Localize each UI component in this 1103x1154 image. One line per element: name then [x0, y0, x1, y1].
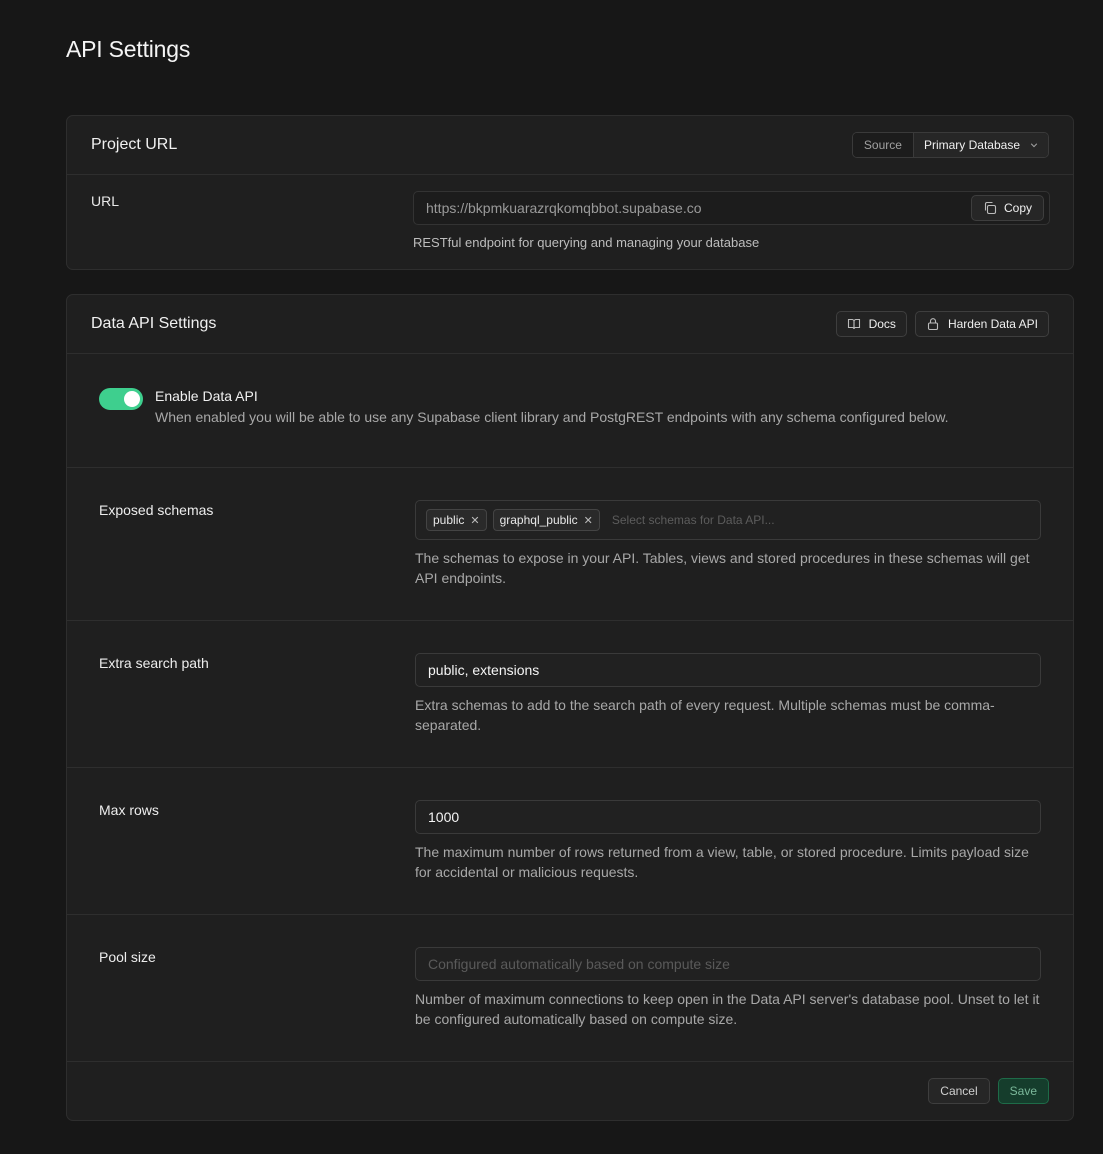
max-rows-input[interactable]: 1000	[415, 800, 1041, 834]
data-api-card: Data API Settings Docs Harden Data API E…	[66, 294, 1074, 1121]
docs-button[interactable]: Docs	[835, 311, 907, 337]
pool-size-label: Pool size	[99, 949, 156, 965]
project-url-header: Project URL Source Primary Database	[67, 116, 1073, 175]
cancel-button[interactable]: Cancel	[928, 1077, 990, 1104]
schema-tag-label: graphql_public	[499, 513, 578, 527]
pool-size-section: Pool size Configured automatically based…	[67, 915, 1073, 1062]
harden-label: Harden Data API	[947, 317, 1038, 331]
source-label: Source	[852, 133, 914, 157]
page-title: API Settings	[66, 36, 191, 62]
extra-search-path-section: Extra search path public, extensions Ext…	[67, 621, 1073, 768]
api-settings-page: API Settings Project URL Source Primary …	[0, 0, 1103, 1154]
lock-icon	[927, 318, 938, 331]
url-field[interactable]: https://bkpmkuarazrqkomqbbot.supabase.co…	[413, 191, 1050, 225]
data-api-title: Data API Settings	[91, 315, 217, 332]
source-dropdown[interactable]: Primary Database	[913, 133, 1048, 157]
exposed-schemas-help: The schemas to expose in your API. Table…	[415, 550, 1030, 586]
pool-size-help: Number of maximum connections to keep op…	[415, 991, 1040, 1027]
project-url-title: Project URL	[91, 136, 178, 153]
url-help: RESTful endpoint for querying and managi…	[413, 235, 760, 250]
exposed-schemas-input[interactable]: public ✕ graphql_public ✕ Select schemas…	[415, 500, 1041, 540]
header-actions: Docs Harden Data API	[835, 311, 1049, 337]
extra-search-path-input[interactable]: public, extensions	[415, 653, 1041, 687]
enable-data-api-label: Enable Data API	[155, 388, 258, 404]
schema-tag: graphql_public ✕	[492, 509, 600, 531]
project-url-card: Project URL Source Primary Database URL …	[66, 115, 1074, 270]
exposed-schemas-label: Exposed schemas	[99, 502, 214, 518]
source-selector: Source Primary Database	[851, 132, 1049, 158]
copy-label: Copy	[1003, 201, 1032, 215]
max-rows-help: The maximum number of rows returned from…	[415, 844, 1029, 880]
toggle-knob	[124, 391, 140, 407]
url-value: https://bkpmkuarazrqkomqbbot.supabase.co	[426, 200, 702, 216]
url-label: URL	[91, 193, 120, 209]
copy-button[interactable]: Copy	[971, 195, 1044, 221]
data-api-header: Data API Settings Docs Harden Data API	[67, 295, 1073, 354]
save-button[interactable]: Save	[997, 1077, 1049, 1104]
docs-label: Docs	[868, 317, 896, 331]
schema-tag-label: public	[433, 513, 465, 527]
url-row: URL https://bkpmkuarazrqkomqbbot.supabas…	[67, 175, 1073, 270]
schema-tag: public ✕	[426, 509, 487, 531]
source-value: Primary Database	[923, 138, 1020, 152]
enable-data-api-section: Enable Data API When enabled you will be…	[67, 354, 1073, 468]
chevron-down-icon	[1030, 143, 1038, 148]
extra-search-path-label: Extra search path	[99, 655, 209, 671]
remove-tag-icon[interactable]: ✕	[584, 514, 593, 527]
extra-search-path-help: Extra schemas to add to the search path …	[415, 697, 995, 733]
pool-size-input[interactable]: Configured automatically based on comput…	[415, 947, 1041, 981]
book-icon	[847, 318, 860, 330]
harden-data-api-button[interactable]: Harden Data API	[914, 311, 1049, 337]
max-rows-label: Max rows	[99, 802, 159, 818]
schemas-placeholder: Select schemas for Data API...	[611, 513, 775, 527]
form-footer: Cancel Save	[67, 1061, 1073, 1120]
remove-tag-icon[interactable]: ✕	[470, 514, 479, 527]
copy-icon	[984, 201, 997, 215]
enable-data-api-toggle[interactable]	[99, 388, 143, 410]
max-rows-section: Max rows 1000 The maximum number of rows…	[67, 768, 1073, 915]
enable-data-api-description: When enabled you will be able to use any…	[155, 409, 949, 425]
exposed-schemas-section: Exposed schemas public ✕ graphql_public …	[67, 468, 1073, 621]
